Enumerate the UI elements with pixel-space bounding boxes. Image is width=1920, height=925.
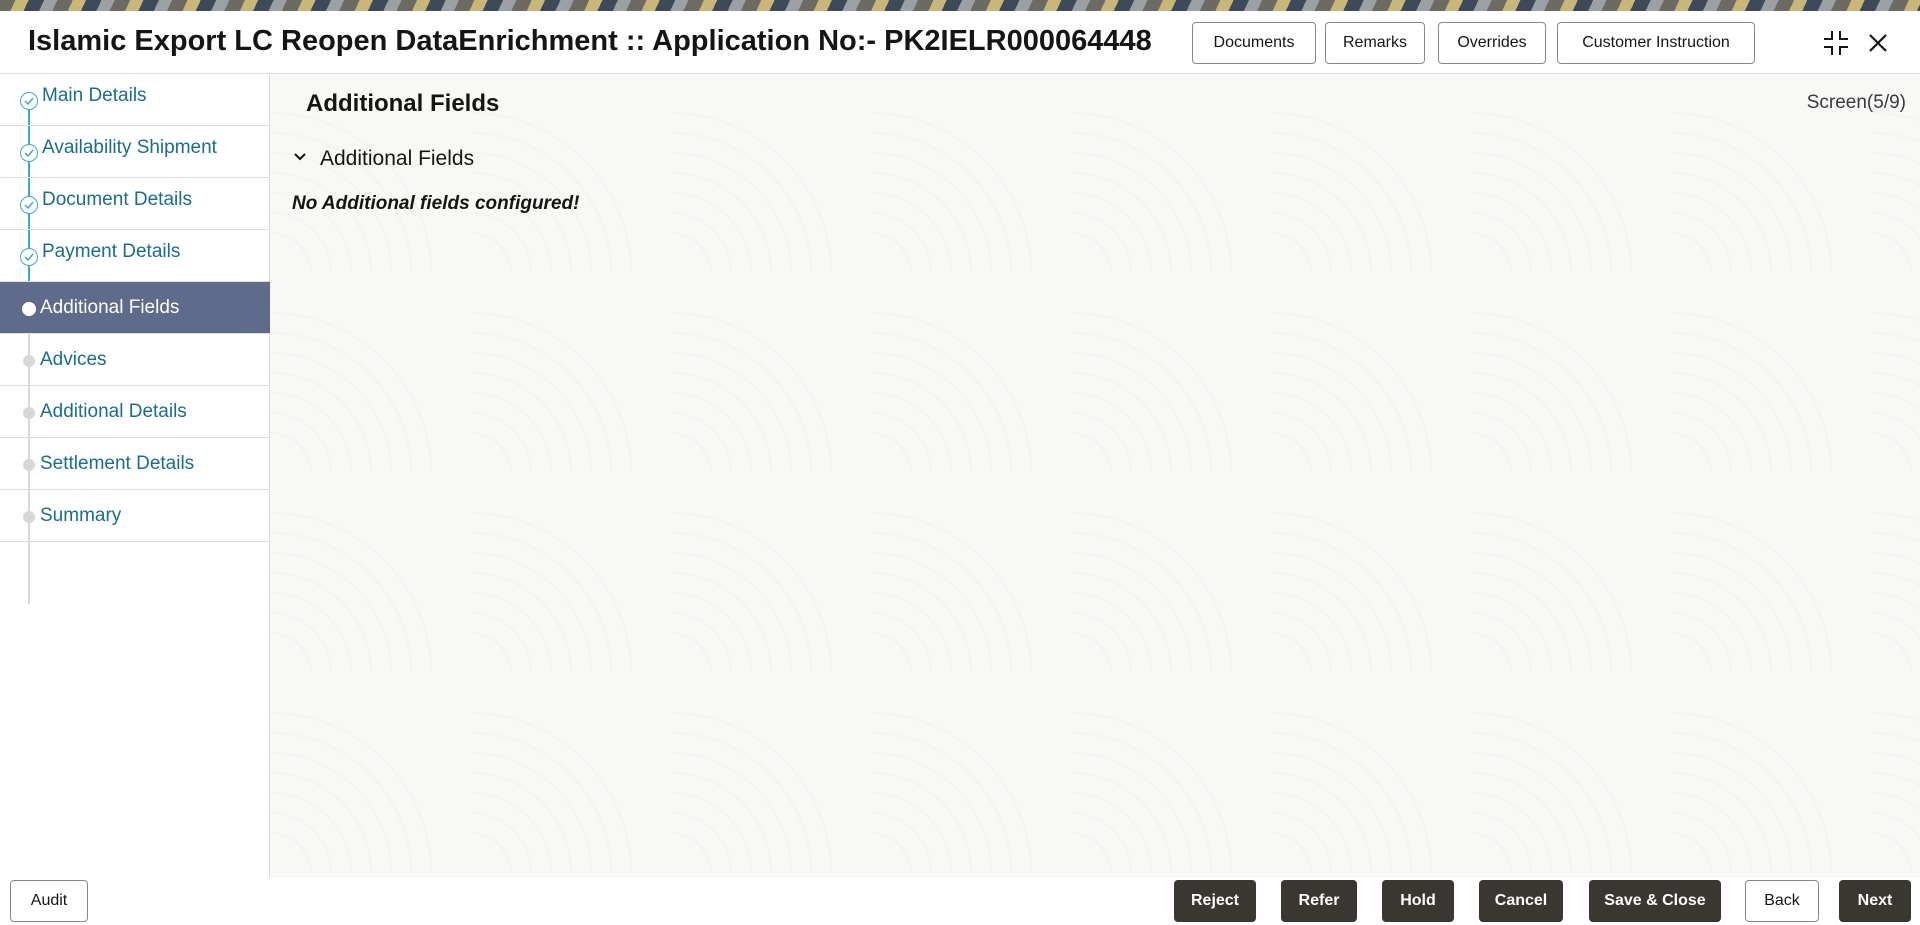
chevron-down-icon [292, 149, 308, 170]
sidebar-item-main-details[interactable]: Main Details [0, 74, 270, 126]
check-icon [20, 144, 38, 162]
section-title: Additional Fields [320, 147, 475, 170]
current-step-dot-icon [22, 302, 36, 316]
overrides-button[interactable]: Overrides [1438, 22, 1546, 64]
sidebar-item-label: Document Details [42, 189, 192, 210]
sidebar-item-additional-details[interactable]: Additional Details [0, 386, 270, 438]
sidebar-item-payment-details[interactable]: Payment Details [0, 230, 270, 282]
next-button[interactable]: Next [1839, 880, 1911, 922]
pending-step-dot-icon [23, 407, 35, 419]
header: Islamic Export LC Reopen DataEnrichment … [0, 11, 1920, 74]
sidebar-item-label: Additional Details [40, 401, 187, 422]
sidebar-item-document-details[interactable]: Document Details [0, 178, 270, 230]
sidebar-steps: Main Details Availability Shipment Docum… [0, 74, 270, 878]
sidebar-item-label: Advices [40, 349, 107, 370]
sidebar-item-label: Availability Shipment [42, 137, 217, 158]
sidebar-item-additional-fields[interactable]: Additional Fields [0, 282, 270, 334]
refer-button[interactable]: Refer [1281, 880, 1357, 922]
save-and-close-button[interactable]: Save & Close [1589, 880, 1721, 922]
page-title: Additional Fields [306, 90, 500, 117]
pending-step-dot-icon [23, 511, 35, 523]
sidebar-item-label: Settlement Details [40, 453, 195, 474]
sidebar-item-label: Summary [40, 505, 122, 526]
sidebar-item-availability-shipment[interactable]: Availability Shipment [0, 126, 270, 178]
sidebar-item-advices[interactable]: Advices [0, 334, 270, 386]
sidebar-item-label: Main Details [42, 85, 147, 106]
audit-button[interactable]: Audit [10, 880, 88, 922]
main-content: Additional Fields Screen(5/9) Additional… [270, 74, 1920, 878]
collapse-icon[interactable] [1820, 27, 1852, 59]
screen-indicator: Screen(5/9) [1806, 92, 1906, 113]
remarks-button[interactable]: Remarks [1325, 22, 1425, 64]
window-title: Islamic Export LC Reopen DataEnrichment … [28, 25, 1152, 57]
sidebar-item-settlement-details[interactable]: Settlement Details [0, 438, 270, 490]
customer-instruction-button[interactable]: Customer Instruction [1557, 22, 1755, 64]
section-header-additional-fields[interactable]: Additional Fields [292, 144, 474, 174]
check-icon [20, 196, 38, 214]
pending-step-dot-icon [23, 355, 35, 367]
window-top-strip [0, 0, 1920, 11]
empty-state-message: No Additional fields configured! [292, 193, 580, 214]
hold-button[interactable]: Hold [1382, 880, 1454, 922]
check-icon [20, 248, 38, 266]
sidebar-item-label: Payment Details [42, 241, 181, 262]
sidebar-item-summary[interactable]: Summary [0, 490, 270, 542]
close-icon[interactable] [1862, 27, 1894, 59]
footer-action-bar: Audit Reject Refer Hold Cancel Save & Cl… [0, 878, 1920, 925]
back-button[interactable]: Back [1745, 880, 1819, 922]
check-icon [20, 92, 38, 110]
reject-button[interactable]: Reject [1174, 880, 1256, 922]
cancel-button[interactable]: Cancel [1479, 880, 1563, 922]
pending-step-dot-icon [23, 459, 35, 471]
documents-button[interactable]: Documents [1192, 22, 1316, 64]
sidebar-item-label: Additional Fields [40, 297, 180, 318]
